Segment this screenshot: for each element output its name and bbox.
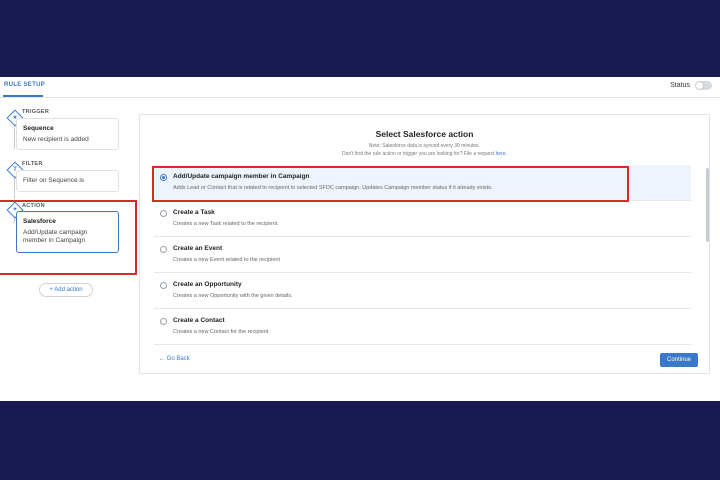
toggle-knob — [696, 82, 703, 89]
option-title: Create a Contact — [173, 317, 225, 324]
request-note: Don't find the rule action or trigger yo… — [140, 151, 709, 157]
option-desc: Creates a new Contact for the recipient — [173, 329, 269, 335]
option-desc: Adds Lead or Contact that is related to … — [173, 185, 493, 191]
panel-title: Select Salesforce action — [375, 129, 474, 139]
request-text: Don't find the rule action or trigger yo… — [342, 151, 495, 157]
radio-button[interactable] — [160, 210, 167, 217]
option-desc: Creates a new Opportunity with the given… — [173, 293, 293, 299]
annotation-highlight-left — [0, 200, 137, 275]
option-create-contact[interactable]: Create a Contact Creates a new Contact f… — [154, 309, 691, 345]
sync-note: Note: Salesforce data is synced every 30… — [368, 143, 481, 149]
action-options: Add/Update campaign member in Campaign A… — [154, 165, 691, 345]
option-add-update-campaign-member[interactable]: Add/Update campaign member in Campaign A… — [154, 165, 691, 201]
option-desc: Creates a new Event related to the recip… — [173, 257, 281, 263]
radio-button[interactable] — [160, 174, 167, 181]
add-action-button[interactable]: + Add action — [39, 283, 93, 297]
request-link[interactable]: here. — [496, 151, 507, 157]
option-title: Create an Opportunity — [173, 281, 242, 288]
status-label: Status — [670, 82, 690, 89]
options-scrollbar[interactable] — [706, 168, 709, 242]
action-panel: Select Salesforce action Note: Salesforc… — [139, 114, 710, 374]
option-desc: Creates a new Task related to the recipi… — [173, 221, 279, 227]
filter-desc: Filter on Sequence is — [23, 177, 85, 184]
trigger-desc: New recipient is added — [23, 136, 89, 143]
trigger-card[interactable]: Sequence New recipient is added — [16, 118, 119, 150]
option-title: Create a Task — [173, 209, 215, 216]
top-bar: RULE SETUP Status — [0, 77, 720, 98]
radio-button[interactable] — [160, 282, 167, 289]
option-create-opportunity[interactable]: Create an Opportunity Creates a new Oppo… — [154, 273, 691, 309]
continue-button[interactable]: Continue — [660, 353, 698, 367]
filter-label: FILTER — [22, 161, 43, 167]
option-title: Create an Event — [173, 245, 223, 252]
rule-setup-app: RULE SETUP Status ★ TRIGGER Sequence New… — [0, 77, 720, 401]
tab-rule-setup[interactable]: RULE SETUP — [4, 82, 45, 88]
option-title: Add/Update campaign member in Campaign — [173, 173, 310, 180]
go-back-link[interactable]: ← Go Back — [159, 356, 190, 362]
radio-button[interactable] — [160, 246, 167, 253]
trigger-label: TRIGGER — [22, 109, 50, 115]
trigger-title: Sequence — [23, 125, 54, 132]
option-create-event[interactable]: Create an Event Creates a new Event rela… — [154, 237, 691, 273]
filter-card[interactable]: Filter on Sequence is — [16, 170, 119, 192]
radio-button[interactable] — [160, 318, 167, 325]
status-toggle[interactable] — [695, 81, 712, 90]
option-create-task[interactable]: Create a Task Creates a new Task related… — [154, 201, 691, 237]
